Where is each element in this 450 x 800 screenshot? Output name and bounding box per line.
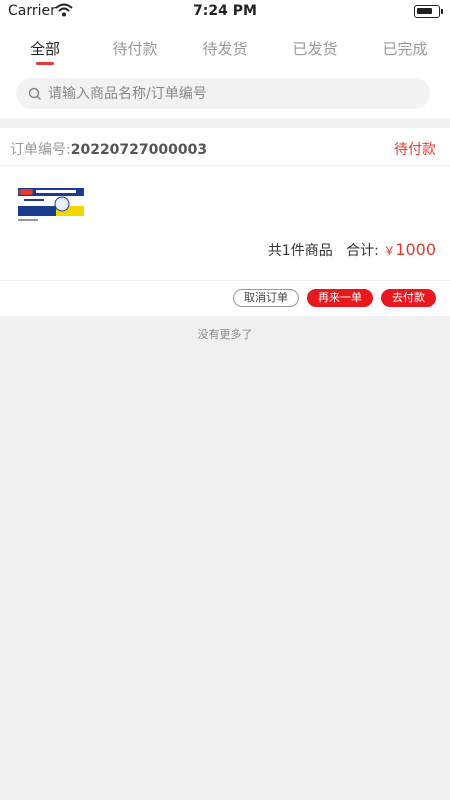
tab-completed[interactable]: 已完成 [360, 24, 450, 70]
tab-all-label: 全部 [29, 40, 60, 58]
order-card[interactable]: 订单编号:20220727000003 待付款 共1件商品 合计: ￥1000 … [0, 128, 450, 316]
tab-pending-shipment-label: 待发货 [202, 40, 248, 58]
cancel-order-button[interactable]: 取消订单 [233, 289, 299, 307]
order-summary: 共1件商品 合计: ￥1000 [268, 240, 436, 260]
order-number-label: 订单编号: [10, 142, 71, 158]
tab-pending-payment[interactable]: 待付款 [90, 24, 180, 70]
reorder-button[interactable]: 再来一单 [307, 289, 373, 307]
tab-shipped-label: 已发货 [292, 40, 338, 58]
total-label: 合计: [346, 243, 379, 259]
product-thumbnail[interactable] [16, 186, 86, 224]
order-actions: 取消订单 再来一单 去付款 [233, 289, 436, 307]
tab-shipped[interactable]: 已发货 [270, 24, 360, 70]
order-number-value: 20220727000003 [70, 142, 208, 158]
total-price: 1000 [395, 240, 436, 259]
item-count: 共1件商品 [267, 243, 333, 259]
search-icon [28, 87, 42, 101]
no-more-text: 没有更多了 [197, 328, 253, 341]
order-status: 待付款 [394, 142, 436, 158]
order-number: 订单编号:20220727000003 [10, 139, 207, 159]
search-box[interactable] [16, 78, 430, 109]
order-tabs: 全部 待付款 待发货 已发货 已完成 [0, 24, 450, 70]
search-bar [0, 70, 450, 118]
tab-all[interactable]: 全部 [0, 24, 90, 70]
divider [0, 280, 450, 281]
tab-completed-label: 已完成 [382, 40, 428, 58]
pay-button[interactable]: 去付款 [381, 289, 436, 307]
tab-pending-shipment[interactable]: 待发货 [180, 24, 270, 70]
tab-pending-payment-label: 待付款 [112, 40, 158, 58]
tab-active-indicator [36, 62, 54, 65]
search-input[interactable] [48, 78, 418, 109]
battery-icon [414, 5, 443, 18]
order-header: 订单编号:20220727000003 待付款 [0, 128, 450, 166]
currency-symbol: ￥ [383, 244, 396, 258]
status-time: 7:24 PM [193, 3, 257, 19]
status-bar: Carrier 7:24 PM [0, 0, 450, 24]
